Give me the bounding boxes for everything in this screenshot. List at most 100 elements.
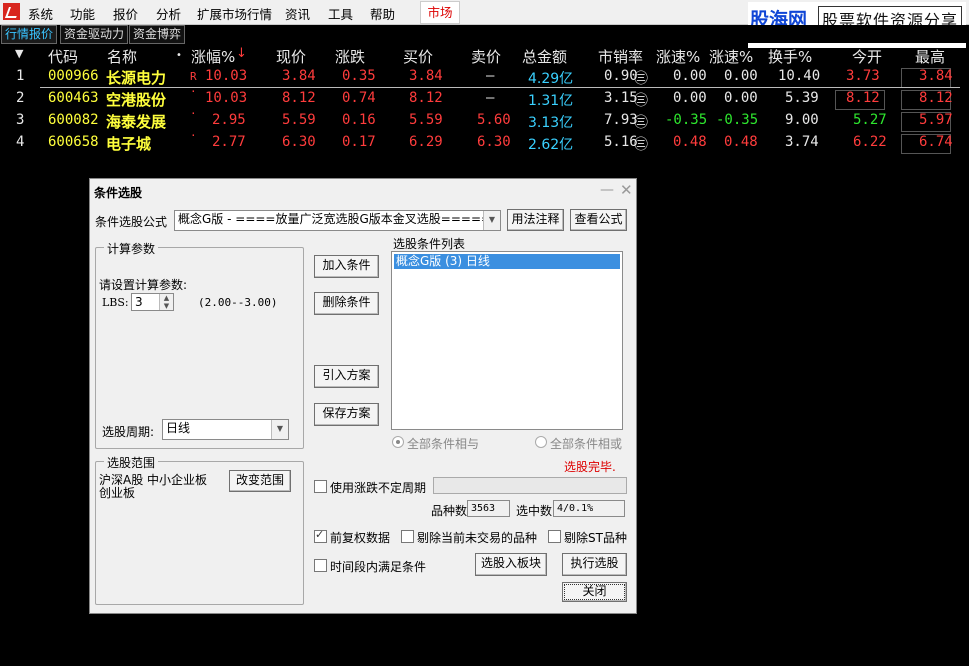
header-pct[interactable]: 涨幅% [191, 46, 235, 67]
condition-list[interactable]: 概念G版 (3) 日线 [391, 251, 623, 430]
menu-help[interactable]: 帮助 [370, 4, 395, 23]
header-menu-arrow-icon[interactable]: ▼ [15, 47, 23, 60]
param-range: (2.00--3.00) [198, 296, 278, 309]
sort-desc-icon: ↓ [236, 46, 247, 61]
save-scheme-button[interactable]: 保存方案 [314, 403, 379, 426]
row-ps-icon: ㊂ [634, 137, 648, 153]
usage-notes-button[interactable]: 用法注释 [507, 209, 564, 231]
time-range-checkbox[interactable] [314, 559, 327, 572]
row-high: 6.74 [919, 134, 953, 150]
row-high: 5.97 [919, 112, 953, 128]
row-change: 0.74 [342, 90, 376, 106]
table-row[interactable]: 2 600463 空港股份 · 10.03 8.12 0.74 8.12 — 1… [0, 85, 969, 110]
exclude-st-checkbox[interactable] [548, 530, 561, 543]
dialog-title: 条件选股 [94, 186, 143, 200]
header-amount[interactable]: 总金额 [522, 46, 567, 67]
header-ask[interactable]: 卖价 [471, 46, 501, 67]
import-scheme-button[interactable]: 引入方案 [314, 365, 379, 388]
close-icon[interactable]: ✕ [620, 181, 633, 199]
row-pct: 2.77 [212, 134, 246, 150]
change-range-button[interactable]: 改变范围 [229, 470, 291, 492]
param-input-value: 3 [135, 295, 143, 309]
row-flag: · [190, 129, 197, 142]
row-price: 3.84 [282, 68, 316, 84]
param-spinner-icon[interactable]: ▲ ▼ [159, 294, 173, 310]
row-speed2: -0.35 [716, 112, 759, 128]
period-select[interactable]: 日线 ▼ [162, 419, 289, 440]
row-change: 0.17 [342, 134, 376, 150]
header-open[interactable]: 今开 [852, 46, 882, 67]
header-speed2[interactable]: 涨速% [709, 46, 753, 67]
row-speed1: 0.48 [673, 134, 707, 150]
header-turnover[interactable]: 换手% [768, 46, 812, 67]
header-high[interactable]: 最高 [915, 46, 945, 67]
param-name: LBS: [102, 296, 129, 309]
menu-info[interactable]: 资讯 [285, 4, 310, 23]
row-ps-icon: ㊂ [634, 115, 648, 131]
header-speed1[interactable]: 涨速% [656, 46, 700, 67]
row-amount: 2.62亿 [528, 137, 574, 153]
delete-condition-button[interactable]: 删除条件 [314, 292, 379, 315]
chevron-down-icon[interactable]: ▼ [483, 211, 500, 230]
formula-label: 条件选股公式 [95, 215, 168, 229]
menu-analysis[interactable]: 分析 [156, 4, 181, 23]
selected-label: 选中数 [516, 504, 553, 518]
row-open: 8.12 [846, 90, 880, 106]
minimize-icon[interactable]: — [600, 182, 614, 198]
exclude-untraded-label: 剔除当前未交易的品种 [417, 531, 538, 545]
chevron-down-icon[interactable]: ▼ [271, 420, 288, 439]
tab-fund-game[interactable]: 资金博弈 [129, 25, 186, 44]
to-block-button[interactable]: 选股入板块 [475, 553, 547, 576]
add-condition-button[interactable]: 加入条件 [314, 255, 379, 278]
row-change: 0.16 [342, 112, 376, 128]
row-amount: 3.13亿 [528, 115, 574, 131]
app-logo-icon[interactable] [3, 3, 20, 20]
header-name[interactable]: 名称 [107, 46, 137, 67]
table-row[interactable]: 3 600082 海泰发展 · 2.95 5.59 0.16 5.59 5.60… [0, 107, 969, 132]
menu-ext-market[interactable]: 扩展市场行情 [197, 4, 272, 23]
menu-function[interactable]: 功能 [70, 4, 95, 23]
header-price[interactable]: 现价 [276, 46, 306, 67]
tab-fund-drive[interactable]: 资金驱动力 [60, 25, 129, 44]
header-ps[interactable]: 市销率 [598, 46, 643, 67]
menu-tools[interactable]: 工具 [328, 4, 353, 23]
row-index: 3 [16, 112, 25, 128]
row-amount: 4.29亿 [528, 71, 574, 87]
row-flag: R [190, 70, 197, 83]
table-row[interactable]: 4 600658 电子城 · 2.77 6.30 0.17 6.29 6.30 … [0, 129, 969, 154]
exclude-untraded-checkbox[interactable] [401, 530, 414, 543]
row-ps: 3.15 [604, 90, 638, 106]
row-ps: 5.16 [604, 134, 638, 150]
use-period-checkbox[interactable] [314, 480, 327, 493]
tab-bar: 行情报价 资金驱动力 资金博弈 [0, 25, 969, 44]
row-ps-icon: ㊂ [634, 93, 648, 109]
param-input[interactable]: 3 ▲ ▼ [131, 293, 174, 311]
header-change[interactable]: 涨跌 [335, 46, 365, 67]
row-pct: 2.95 [212, 112, 246, 128]
row-high: 3.84 [919, 68, 953, 84]
row-amount: 1.31亿 [528, 93, 574, 109]
view-formula-button[interactable]: 查看公式 [570, 209, 627, 231]
menu-market[interactable]: 市场 [420, 1, 460, 24]
prefuq-checkbox[interactable] [314, 528, 327, 543]
row-index: 1 [16, 68, 25, 84]
formula-select[interactable]: 概念G版 - ====放量广泛宽选股G版本金叉选股===== ▼ [174, 210, 501, 231]
radio-and-label: 全部条件相与 [407, 437, 480, 451]
header-code[interactable]: 代码 [48, 46, 78, 67]
close-button[interactable]: 关闭 [562, 582, 627, 602]
menu-quote[interactable]: 报价 [113, 4, 138, 23]
radio-and[interactable] [392, 436, 404, 448]
exclude-st-label: 剔除ST品种 [564, 531, 627, 545]
row-bid: 8.12 [409, 90, 443, 106]
row-code: 600463 [48, 90, 99, 106]
menu-system[interactable]: 系统 [28, 4, 53, 23]
tab-quotes[interactable]: 行情报价 [1, 25, 58, 44]
radio-or[interactable] [535, 436, 547, 448]
condition-list-item[interactable]: 概念G版 (3) 日线 [394, 254, 620, 269]
table-row[interactable]: 1 000966 长源电力 R 10.03 3.84 0.35 3.84 — 4… [0, 66, 969, 88]
row-turnover: 5.39 [785, 90, 819, 106]
run-select-button[interactable]: 执行选股 [562, 553, 627, 576]
header-bid[interactable]: 买价 [403, 46, 433, 67]
condition-select-dialog: 条件选股 — ✕ 条件选股公式 概念G版 - ====放量广泛宽选股G版本金叉选… [89, 178, 637, 614]
row-ask: — [486, 90, 495, 106]
